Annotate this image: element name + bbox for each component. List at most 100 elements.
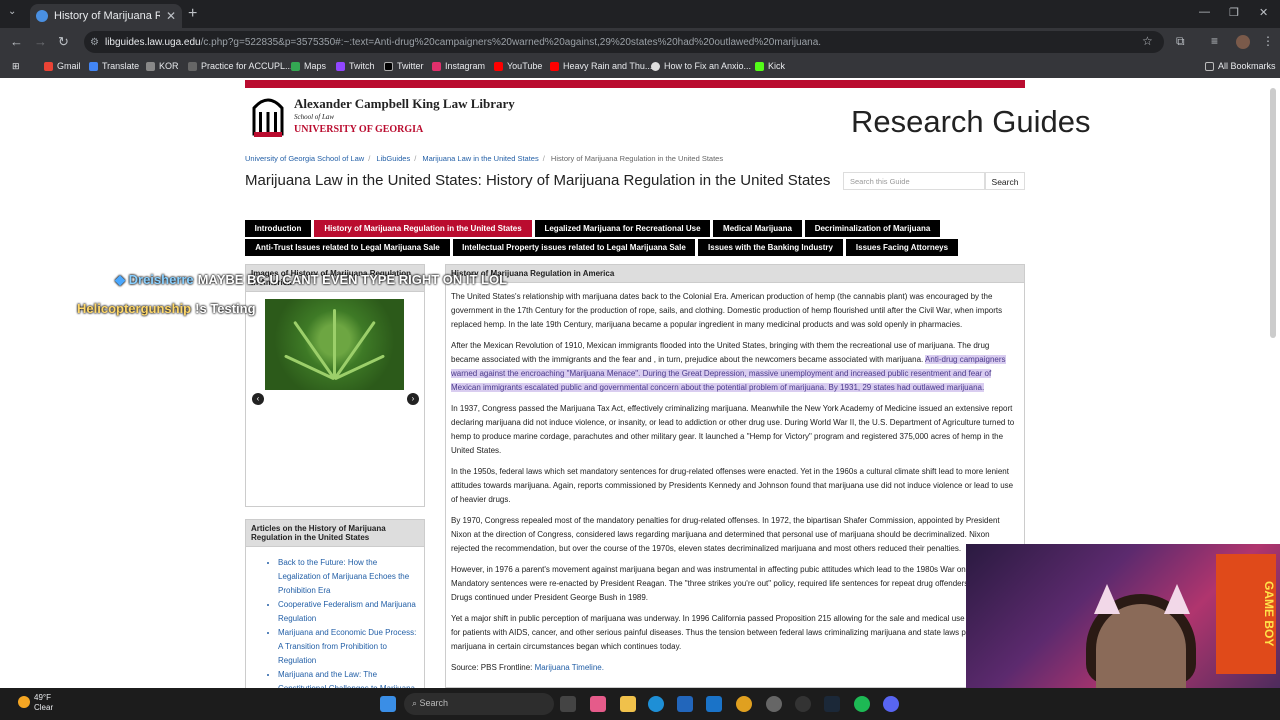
tab-antitrust[interactable]: Anti-Trust Issues related to Legal Marij…	[245, 239, 450, 256]
weather-widget[interactable]: 49°F Clear	[18, 693, 53, 713]
store-icon[interactable]	[677, 696, 693, 712]
bookmark-youtube[interactable]: YouTube	[494, 61, 542, 71]
tab-medical[interactable]: Medical Marijuana	[713, 220, 802, 237]
page-scrollbar[interactable]	[1270, 88, 1276, 338]
breadcrumb-current: History of Marijuana Regulation in the U…	[550, 154, 724, 163]
chat-message: ◆ Dreisherre MAYBE BC U CANT EVEN TYPE RI…	[115, 272, 507, 288]
library-name[interactable]: Alexander Campbell King Law Library	[294, 96, 515, 112]
menu-kebab-icon[interactable]: ⋮	[1262, 34, 1274, 48]
article-link[interactable]: Cooperative Federalism and Marijuana Reg…	[278, 598, 418, 626]
address-bar[interactable]: ⚙ libguides.law.uga.edu/c.php?g=522835&p…	[84, 31, 1164, 53]
weather-sun-icon	[18, 696, 30, 708]
bookmark-kick[interactable]: Kick	[755, 61, 785, 71]
apps-grid-icon[interactable]: ⊞	[12, 61, 20, 72]
breadcrumb-uga-law[interactable]: University of Georgia School of Law	[245, 154, 364, 163]
bookmark-heavy-rain[interactable]: Heavy Rain and Thu...	[550, 61, 652, 71]
back-icon[interactable]: ←	[10, 34, 23, 49]
chat-text: !s Testing	[195, 301, 256, 316]
spotify-icon[interactable]	[854, 696, 870, 712]
main-box-title: History of Marijuana Regulation in Ameri…	[446, 265, 1024, 283]
articles-list: Back to the Future: How the Legalization…	[268, 556, 418, 688]
chat-message: Helicoptergunship !s Testing	[77, 301, 256, 316]
article-link[interactable]: Marijuana and Economic Due Process: A Tr…	[278, 626, 418, 668]
copilot-icon[interactable]	[590, 696, 606, 712]
page-title: Marijuana Law in the United States: Hist…	[245, 172, 831, 189]
all-bookmarks-folder[interactable]: All Bookmarks	[1205, 61, 1276, 71]
bookmarks-bar: ⊞ Gmail Translate KOR Practice for ACCUP…	[0, 56, 1280, 78]
bookmark-instagram[interactable]: Instagram	[432, 61, 485, 71]
windows-taskbar: 49°F Clear ⌕ Search	[0, 688, 1280, 720]
carousel-prev-button[interactable]: ‹	[252, 393, 264, 405]
guide-search-button[interactable]: Search	[985, 172, 1025, 190]
browser-tab[interactable]: History of Marijuana Regulation ✕	[30, 4, 182, 28]
breadcrumb-libguides[interactable]: LibGuides	[376, 154, 410, 163]
minimize-icon[interactable]: —	[1199, 6, 1210, 18]
school-of-law: School of Law	[294, 113, 335, 121]
bookmark-twitter[interactable]: Twitter	[384, 61, 424, 71]
bookmark-gmail[interactable]: Gmail	[44, 61, 81, 71]
task-view-icon[interactable]	[560, 696, 576, 712]
article-link[interactable]: Marijuana and the Law: The Constitutiona…	[278, 668, 418, 688]
breadcrumb: University of Georgia School of Law / Lib…	[245, 154, 724, 163]
uga-arch-logo-icon[interactable]	[252, 94, 284, 138]
tab-intellectual-property[interactable]: Intellectual Property issues related to …	[453, 239, 695, 256]
site-favicon-icon	[36, 10, 48, 22]
source-link[interactable]: Marijuana Timeline.	[535, 663, 604, 672]
research-guides-heading[interactable]: Research Guides	[851, 104, 1091, 140]
bookmark-accupl[interactable]: Practice for ACCUPL...	[188, 61, 293, 71]
chrome-icon[interactable]	[736, 696, 752, 712]
app-icon[interactable]	[795, 696, 811, 712]
browser-toolbar: ← → ↻ ⚙ libguides.law.uga.edu/c.php?g=52…	[0, 28, 1280, 56]
steam-icon[interactable]	[824, 696, 840, 712]
tab-title: History of Marijuana Regulation	[54, 10, 160, 22]
taskbar-search[interactable]: ⌕ Search	[404, 693, 554, 715]
tab-introduction[interactable]: Introduction	[245, 220, 311, 237]
site-info-icon[interactable]: ⚙	[90, 37, 99, 48]
forward-icon[interactable]: →	[34, 34, 47, 49]
bookmark-star-icon[interactable]: ☆	[1142, 34, 1153, 48]
carousel-next-button[interactable]: ›	[407, 393, 419, 405]
windows-start-icon[interactable]	[380, 696, 396, 712]
tab-history[interactable]: History of Marijuana Regulation in the U…	[314, 220, 532, 237]
obs-icon[interactable]	[766, 696, 782, 712]
file-explorer-icon[interactable]	[620, 696, 636, 712]
article-link[interactable]: Back to the Future: How the Legalization…	[278, 556, 418, 598]
tab-search-icon[interactable]: ⌄	[8, 6, 16, 17]
discord-icon[interactable]	[883, 696, 899, 712]
edge-icon[interactable]	[648, 696, 664, 712]
articles-box-title: Articles on the History of Marijuana Reg…	[246, 520, 424, 547]
tab-recreational[interactable]: Legalized Marijuana for Recreational Use	[535, 220, 710, 237]
bookmark-anxiety[interactable]: How to Fix an Anxio...	[651, 61, 751, 71]
brand-bar	[245, 80, 1025, 88]
paragraph-colonial: The United States's relationship with ma…	[451, 292, 1003, 329]
breadcrumb-guide[interactable]: Marijuana Law in the United States	[422, 154, 538, 163]
tab-banking[interactable]: Issues with the Banking Industry	[698, 239, 843, 256]
bookmark-kor[interactable]: KOR	[146, 61, 179, 71]
paragraph-1970: By 1970, Congress repealed most of the m…	[451, 516, 1000, 553]
url-host: libguides.law.uga.edu	[104, 36, 201, 48]
close-window-icon[interactable]: ✕	[1259, 6, 1268, 19]
bookmark-translate[interactable]: Translate	[89, 61, 139, 71]
source-line: Source: PBS Frontline: Marijuana Timelin…	[451, 663, 604, 672]
poster: GAME BOY	[1216, 554, 1276, 674]
paragraph-1996: Yet a major shift in public perception o…	[451, 614, 1011, 651]
weather-condition: Clear	[34, 703, 54, 712]
profile-avatar[interactable]	[1236, 35, 1250, 49]
bookmark-twitch[interactable]: Twitch	[336, 61, 375, 71]
bookmark-maps[interactable]: Maps	[291, 61, 326, 71]
outlook-icon[interactable]	[706, 696, 722, 712]
tab-close-icon[interactable]: ✕	[166, 9, 176, 23]
university-name: UNIVERSITY OF GEORGIA	[294, 124, 424, 135]
chat-username: Helicoptergunship	[77, 301, 192, 316]
paragraph-1937: In 1937, Congress passed the Marijuana T…	[451, 404, 1015, 455]
chat-username: Dreisherre	[128, 272, 194, 287]
guide-search-input[interactable]: Search this Guide	[843, 172, 985, 190]
tab-attorneys[interactable]: Issues Facing Attorneys	[846, 239, 958, 256]
reload-icon[interactable]: ↻	[58, 34, 69, 50]
tab-decriminalization[interactable]: Decriminalization of Marijuana	[805, 220, 940, 237]
maximize-icon[interactable]: ❐	[1229, 6, 1239, 19]
url-path: /c.php?g=522835&p=3575350#:~:text=Anti-d…	[200, 36, 822, 48]
media-control-icon[interactable]: ≡	[1211, 34, 1218, 48]
new-tab-button[interactable]: +	[188, 5, 197, 23]
extensions-icon[interactable]: ⧉	[1176, 34, 1185, 49]
